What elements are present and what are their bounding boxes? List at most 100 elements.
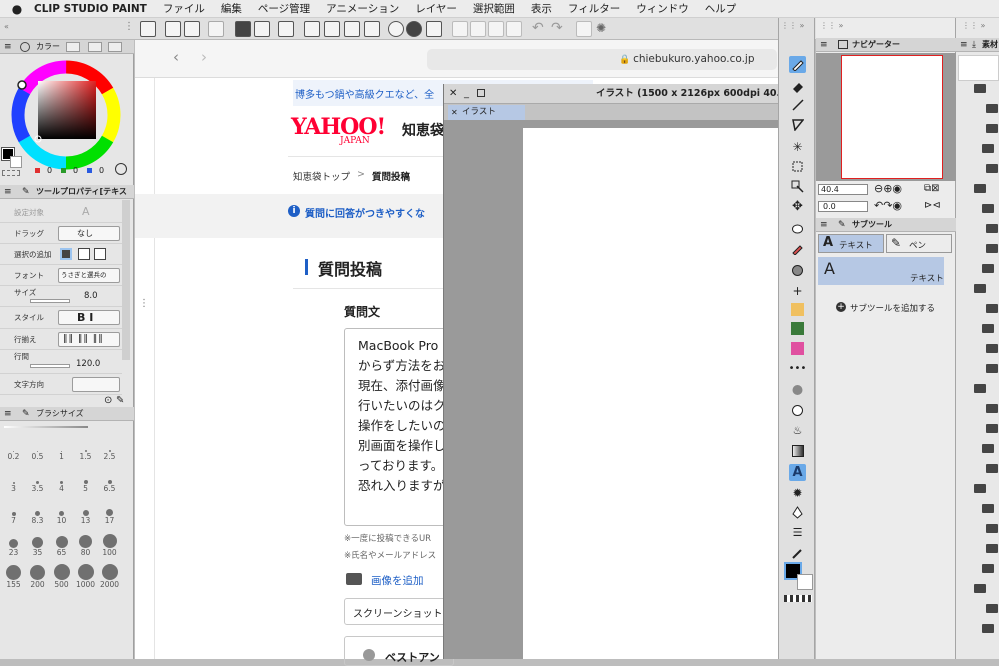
subtool-tab-pen[interactable]: ✎ ペン (886, 234, 952, 253)
add-image-link[interactable]: 画像を追加 (371, 573, 424, 588)
brush-size-cell[interactable]: 17 (98, 502, 121, 527)
undo-icon[interactable]: ↶ (532, 20, 544, 36)
folder-icon[interactable] (986, 164, 998, 173)
water-drop-icon[interactable]: ♨ (789, 422, 806, 439)
color-picker-icon[interactable] (115, 163, 127, 175)
gradient-tool-icon[interactable] (789, 442, 806, 459)
rotate-controls-icon[interactable]: ↶↷◉ (874, 199, 902, 212)
tab-close-icon[interactable]: ✕ (451, 105, 458, 120)
brush-size-cell[interactable]: 3.5 (26, 470, 49, 495)
brush-size-cell[interactable]: 10 (50, 502, 73, 527)
clip-studio-icon[interactable] (140, 21, 156, 37)
material-search[interactable] (958, 55, 999, 81)
marker-tool-icon[interactable] (789, 240, 806, 257)
panel-grip-icon[interactable]: ⋮ (124, 21, 134, 32)
menu-icon[interactable]: ≡ (960, 38, 968, 52)
flip-icon[interactable]: ⊳⊲ (924, 200, 941, 211)
folder-icon[interactable] (986, 104, 998, 113)
folder-icon[interactable] (974, 484, 986, 493)
brush-size-cell[interactable]: 100 (98, 534, 121, 559)
menu-layer[interactable]: レイヤー (415, 1, 457, 16)
select-icon-1[interactable] (452, 21, 468, 37)
layer-icon-3[interactable] (344, 21, 360, 37)
question-textarea[interactable]: MacBook Pro からず方法をお 現在、添付画像 行いたいのはク 操作をしたいの別… (344, 328, 454, 526)
folder-icon[interactable] (982, 324, 994, 333)
zoom-field[interactable]: 40.4 (818, 184, 868, 195)
color-sphere-icon-2[interactable] (406, 21, 422, 37)
maximize-icon[interactable] (477, 89, 485, 97)
menu-icon[interactable]: ≡ (4, 407, 12, 421)
grass-brush-icon[interactable] (789, 320, 806, 337)
layer-icon-4[interactable] (364, 21, 380, 37)
apple-icon[interactable]: ● (0, 2, 34, 16)
sparkle-tool-icon[interactable]: ✳ (789, 138, 806, 155)
folder-icon[interactable] (982, 564, 994, 573)
brush-size-cell[interactable]: 7 (2, 502, 25, 527)
settings-icon[interactable]: ⊙ (104, 395, 112, 406)
folder-icon[interactable] (986, 124, 998, 133)
add-selection-icon-1[interactable] (60, 248, 72, 260)
minimize-icon[interactable]: _ (464, 84, 469, 103)
size-value[interactable]: 8.0 (84, 291, 98, 301)
menu-view[interactable]: 表示 (531, 1, 552, 16)
brush-size-cell[interactable]: 8.3 (26, 502, 49, 527)
panel-grip-icon[interactable]: ⋮⋮ » (781, 21, 804, 30)
line-spacing-value[interactable]: 120.0 (76, 359, 100, 369)
brush-size-cell[interactable]: 6.5 (98, 470, 121, 495)
brush-tool-icon[interactable] (789, 301, 806, 318)
sub-color-swatch[interactable] (10, 156, 22, 168)
property-scrollbar[interactable] (122, 200, 130, 360)
new-file-icon[interactable] (165, 21, 181, 37)
menu-page[interactable]: ページ管理 (258, 1, 310, 16)
breadcrumb-top[interactable]: 知恵袋トップ (293, 169, 350, 183)
folder-icon[interactable] (986, 364, 998, 373)
operation-tool-icon[interactable] (789, 402, 806, 419)
frame-icon[interactable] (426, 21, 442, 37)
forward-button[interactable]: › (201, 48, 207, 66)
export-icon[interactable] (235, 21, 251, 37)
menu-filter[interactable]: フィルター (568, 1, 620, 16)
select-icon-4[interactable] (506, 21, 522, 37)
app-name-menu[interactable]: CLIP STUDIO PAINT (34, 3, 147, 15)
decoration-tool-icon[interactable] (789, 340, 806, 357)
grid-icon[interactable] (278, 21, 294, 37)
folder-icon[interactable] (982, 624, 994, 633)
color-wheel[interactable] (8, 57, 124, 173)
color-slider-tab[interactable] (66, 42, 80, 52)
pen-tool-icon[interactable] (789, 56, 806, 73)
drag-select[interactable]: なし (58, 226, 120, 241)
color-panel-tab[interactable]: カラー (36, 40, 60, 54)
folder-icon[interactable] (982, 444, 994, 453)
folder-icon[interactable] (986, 244, 998, 253)
brush-size-cell[interactable]: 65 (50, 534, 73, 559)
brush-size-cell[interactable]: 200 (26, 565, 49, 591)
selection-tool-icon[interactable] (789, 158, 806, 175)
fill-tool-icon[interactable] (789, 220, 806, 237)
brush-size-cell[interactable]: 0.5 (26, 438, 49, 463)
folder-icon[interactable] (974, 184, 986, 193)
view-frame[interactable] (841, 55, 943, 179)
subtool-item-text[interactable]: A テキスト (818, 257, 944, 285)
align-buttons[interactable]: ‖‖ ‖‖ ‖‖ (58, 332, 120, 347)
brush-size-cell[interactable]: 1.5 (74, 438, 97, 463)
banner-text[interactable]: 博多もつ鍋や高級クエなど、全 (295, 86, 434, 101)
move-tool-icon[interactable]: ✥ (789, 198, 806, 215)
brush-size-cell[interactable]: 500 (50, 564, 73, 591)
best-answer-box[interactable]: ベストアン (344, 636, 454, 666)
select-icon-3[interactable] (488, 21, 504, 37)
eraser-tool-icon[interactable] (789, 78, 806, 95)
target-icon[interactable]: A (82, 205, 90, 218)
menu-window[interactable]: ウィンドウ (636, 1, 689, 16)
address-bar[interactable]: 🔒 chiebukuro.yahoo.co.jp (427, 49, 777, 70)
menu-edit[interactable]: 編集 (221, 1, 242, 16)
font-select[interactable]: うさぎと選兵の (58, 268, 120, 283)
select-icon-2[interactable] (470, 21, 486, 37)
fit-icon[interactable]: ⧉⊠ (924, 183, 940, 194)
folder-icon[interactable] (986, 464, 998, 473)
canvas[interactable] (523, 128, 779, 659)
brush-size-cell[interactable]: 80 (74, 534, 97, 559)
color-set-tab[interactable] (88, 42, 102, 52)
folder-icon[interactable] (986, 224, 998, 233)
brush-size-cell[interactable]: 0.2 (2, 438, 25, 463)
brush-size-cell[interactable]: 13 (74, 502, 97, 527)
